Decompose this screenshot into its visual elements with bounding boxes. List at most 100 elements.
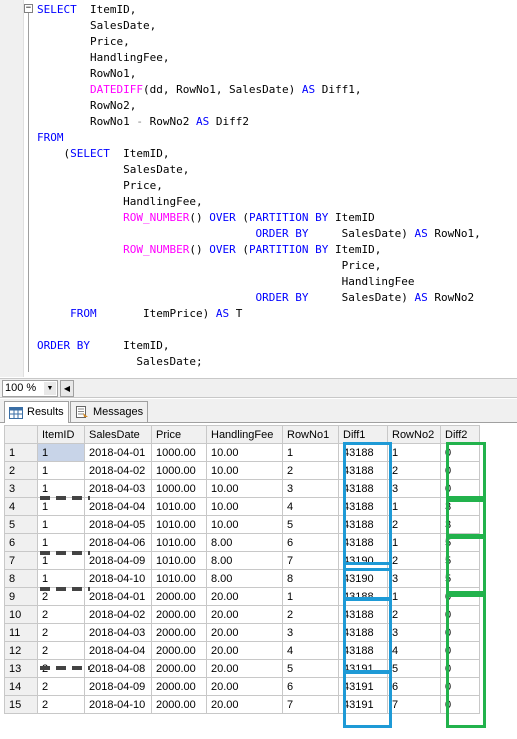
table-cell[interactable]: 1000.00: [151, 479, 207, 498]
table-cell[interactable]: 10.00: [206, 497, 283, 516]
table-cell[interactable]: 2018-04-01: [84, 587, 152, 606]
tab-results[interactable]: Results: [4, 401, 69, 423]
table-cell[interactable]: 20.00: [206, 623, 283, 642]
table-cell[interactable]: 10.00: [206, 515, 283, 534]
table-cell[interactable]: 43188: [338, 479, 388, 498]
table-cell[interactable]: 1: [282, 587, 339, 606]
table-cell[interactable]: 5: [440, 533, 480, 552]
table-cell[interactable]: 1: [387, 497, 441, 516]
table-cell[interactable]: 2018-04-10: [84, 695, 152, 714]
row-number[interactable]: 12: [4, 641, 38, 660]
table-cell[interactable]: 2000.00: [151, 587, 207, 606]
table-cell[interactable]: 43190: [338, 551, 388, 570]
table-cell[interactable]: 2018-04-06: [84, 533, 152, 552]
table-cell[interactable]: 20.00: [206, 695, 283, 714]
table-row[interactable]: 13 2 2018-04-08 2000.00 20.00 5 43191 5 0: [4, 659, 480, 678]
table-cell[interactable]: 43188: [338, 497, 388, 516]
table-row[interactable]: 7 1 2018-04-09 1010.00 8.00 7 43190 2 5: [4, 551, 480, 570]
table-cell[interactable]: 43191: [338, 659, 388, 678]
results-grid[interactable]: ItemID SalesDate Price HandlingFee RowNo1 Dif…: [4, 425, 517, 728]
table-cell[interactable]: 20.00: [206, 677, 283, 696]
table-row[interactable]: 14 2 2018-04-09 2000.00 20.00 6 43191 6 0: [4, 677, 480, 696]
table-row[interactable]: 12 2 2018-04-04 2000.00 20.00 4 43188 4 0: [4, 641, 480, 660]
table-cell[interactable]: 0: [440, 677, 480, 696]
table-cell[interactable]: 2: [37, 677, 85, 696]
table-row[interactable]: 3 1 2018-04-03 1000.00 10.00 3 43188 3 0: [4, 479, 480, 498]
table-cell[interactable]: 0: [440, 443, 480, 462]
table-cell[interactable]: 3: [387, 569, 441, 588]
table-cell[interactable]: 0: [440, 461, 480, 480]
table-cell[interactable]: 8.00: [206, 533, 283, 552]
table-row[interactable]: 15 2 2018-04-10 2000.00 20.00 7 43191 7 0: [4, 695, 480, 714]
table-cell[interactable]: 2: [387, 515, 441, 534]
table-row[interactable]: 10 2 2018-04-02 2000.00 20.00 2 43188 2 0: [4, 605, 480, 624]
table-cell[interactable]: 1: [37, 479, 85, 498]
table-cell[interactable]: 0: [440, 623, 480, 642]
table-cell[interactable]: 3: [282, 479, 339, 498]
table-cell[interactable]: 2018-04-03: [84, 479, 152, 498]
table-cell[interactable]: 1010.00: [151, 515, 207, 534]
row-number[interactable]: 2: [4, 461, 38, 480]
row-number[interactable]: 15: [4, 695, 38, 714]
table-cell[interactable]: 1010.00: [151, 533, 207, 552]
column-header[interactable]: Diff2: [440, 425, 480, 444]
scroll-left-icon[interactable]: ◀: [60, 380, 74, 397]
table-cell[interactable]: 1010.00: [151, 551, 207, 570]
table-cell[interactable]: 2000.00: [151, 659, 207, 678]
table-cell[interactable]: 1: [387, 587, 441, 606]
table-cell[interactable]: 6: [282, 677, 339, 696]
table-cell[interactable]: 2018-04-10: [84, 569, 152, 588]
table-cell[interactable]: 20.00: [206, 605, 283, 624]
row-number[interactable]: 6: [4, 533, 38, 552]
table-cell[interactable]: 2: [387, 605, 441, 624]
table-cell[interactable]: 4: [387, 641, 441, 660]
table-cell[interactable]: 2: [37, 605, 85, 624]
row-number[interactable]: 10: [4, 605, 38, 624]
table-cell[interactable]: 10.00: [206, 461, 283, 480]
sql-editor[interactable]: − SELECT ItemID, SalesDate, Price, Handl…: [0, 0, 517, 377]
table-cell[interactable]: 3: [387, 479, 441, 498]
row-number[interactable]: 13: [4, 659, 38, 678]
table-cell[interactable]: 4: [282, 497, 339, 516]
table-cell[interactable]: 0: [440, 695, 480, 714]
table-row[interactable]: 1 1 2018-04-01 1000.00 10.00 1 43188 1 0: [4, 443, 480, 462]
row-number[interactable]: 9: [4, 587, 38, 606]
table-cell[interactable]: 3: [440, 497, 480, 516]
row-number[interactable]: 14: [4, 677, 38, 696]
table-cell[interactable]: 43188: [338, 443, 388, 462]
table-cell[interactable]: 3: [440, 515, 480, 534]
table-cell[interactable]: 1: [37, 497, 85, 516]
table-cell[interactable]: 1: [387, 443, 441, 462]
table-cell[interactable]: 43188: [338, 587, 388, 606]
table-cell[interactable]: 2: [387, 461, 441, 480]
table-cell[interactable]: 43188: [338, 533, 388, 552]
table-cell[interactable]: 10.00: [206, 479, 283, 498]
zoom-select[interactable]: 100 % ▼: [2, 380, 58, 397]
column-header[interactable]: HandlingFee: [206, 425, 283, 444]
table-cell[interactable]: 8.00: [206, 569, 283, 588]
table-cell[interactable]: 43188: [338, 605, 388, 624]
tab-messages[interactable]: Messages: [70, 401, 149, 422]
table-cell[interactable]: 1: [37, 515, 85, 534]
table-cell[interactable]: 1000.00: [151, 461, 207, 480]
column-header[interactable]: Price: [151, 425, 207, 444]
table-cell[interactable]: 43191: [338, 677, 388, 696]
table-cell[interactable]: 43188: [338, 515, 388, 534]
table-cell[interactable]: 2: [387, 551, 441, 570]
table-row[interactable]: 11 2 2018-04-03 2000.00 20.00 3 43188 3 0: [4, 623, 480, 642]
collapse-toggle-icon[interactable]: −: [24, 4, 33, 13]
table-cell[interactable]: 0: [440, 659, 480, 678]
table-cell[interactable]: 4: [282, 641, 339, 660]
table-cell[interactable]: 7: [387, 695, 441, 714]
table-cell[interactable]: 2: [37, 695, 85, 714]
table-cell[interactable]: 43191: [338, 695, 388, 714]
table-cell[interactable]: 2: [37, 587, 85, 606]
table-cell[interactable]: 2018-04-02: [84, 605, 152, 624]
table-cell[interactable]: 2018-04-03: [84, 623, 152, 642]
table-cell[interactable]: 2018-04-08: [84, 659, 152, 678]
table-cell[interactable]: 2000.00: [151, 623, 207, 642]
row-number[interactable]: 1: [4, 443, 38, 462]
column-header[interactable]: RowNo2: [387, 425, 441, 444]
table-cell[interactable]: 5: [387, 659, 441, 678]
table-cell[interactable]: 5: [440, 569, 480, 588]
